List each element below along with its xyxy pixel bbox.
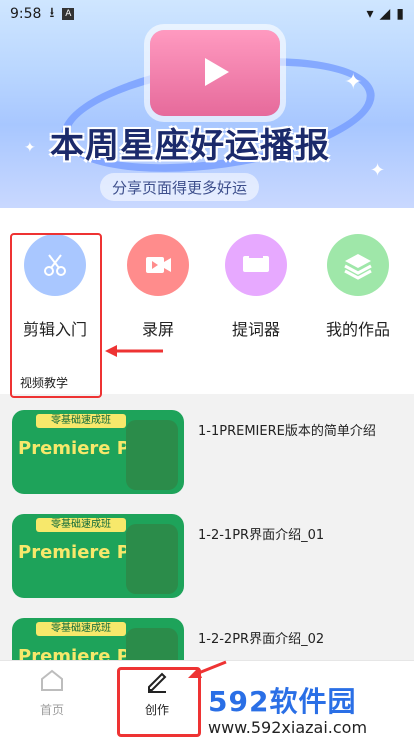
status-bar: 9:58 ⭳ A ▾ ◢ ▮ [0,0,414,28]
watermark: 592软件园 www.592xiazai.com [208,680,414,737]
a-badge-icon: A [62,8,75,20]
home-icon [41,669,63,691]
menu-item-my-works[interactable]: 我的作品 [308,228,408,340]
tv-play-icon [150,30,280,116]
thumbnail-figure [126,628,178,660]
sparkle-icon: ✦ [24,140,36,156]
video-thumbnail[interactable]: 零基础速成班 Premiere Pro. [12,410,184,494]
wifi-icon: ▾ [366,6,374,22]
annotation-arrow [105,345,163,357]
status-time: 9:58 [10,6,42,22]
video-title[interactable]: 1-1PREMIERE版本的简单介绍 [198,420,376,439]
video-title[interactable]: 1-2-2PR界面介绍_02 [198,628,324,647]
video-title[interactable]: 1-2-1PR界面介绍_01 [198,524,324,543]
watermark-bottom: www.592xiazai.com [208,718,368,737]
sparkle-icon: ✦ [370,160,386,181]
menu-label: 录屏 [141,320,174,339]
tab-label: 首页 [39,703,64,717]
list-item[interactable]: 零基础速成班 Premiere Pro. 1-2-2PR界面介绍_02 [0,612,414,660]
video-thumbnail[interactable]: 零基础速成班 Premiere Pro. [12,618,184,660]
monitor-icon [225,234,287,296]
thumbnail-tag: 零基础速成班 [36,414,126,428]
list-item[interactable]: 零基础速成班 Premiere Pro. 1-2-1PR界面介绍_01 [0,508,414,604]
thumbnail-tag: 零基础速成班 [36,622,126,636]
menu-item-teleprompter[interactable]: 提词器 [206,228,306,340]
signal-icon: ◢ [379,6,391,22]
banner[interactable]: ✦ ✦ ✦ 9:58 ⭳ A ▾ ◢ ▮ 本周星座好运播报 分享页面得更多好运 [0,0,414,208]
menu-label: 我的作品 [325,320,390,339]
download-icon: ⭳ [49,5,55,21]
annotation-arrow [188,660,227,678]
watermark-top: 592软件园 [208,685,357,718]
battery-icon: ▮ [396,6,404,22]
thumbnail-figure [126,524,178,594]
layers-icon [327,234,389,296]
menu-item-screen-record[interactable]: 录屏 [108,228,208,340]
banner-title: 本周星座好运播报 [50,126,330,166]
menu-label: 提词器 [231,320,280,339]
sparkle-icon: ✦ [344,70,363,95]
annotation-highlight-box [10,233,102,398]
banner-subtitle: 分享页面得更多好运 [100,173,260,201]
feature-menu: 剪辑入门 录屏 提词器 我的作品 视频教学 [0,208,414,398]
list-item[interactable]: 零基础速成班 Premiere Pro. 1-1PREMIERE版本的简单介绍 [0,404,414,500]
video-thumbnail[interactable]: 零基础速成班 Premiere Pro. [12,514,184,598]
thumbnail-tag: 零基础速成班 [36,518,126,532]
thumbnail-figure [126,420,178,490]
tab-home[interactable]: 首页 [12,667,92,718]
video-camera-icon [127,234,189,296]
